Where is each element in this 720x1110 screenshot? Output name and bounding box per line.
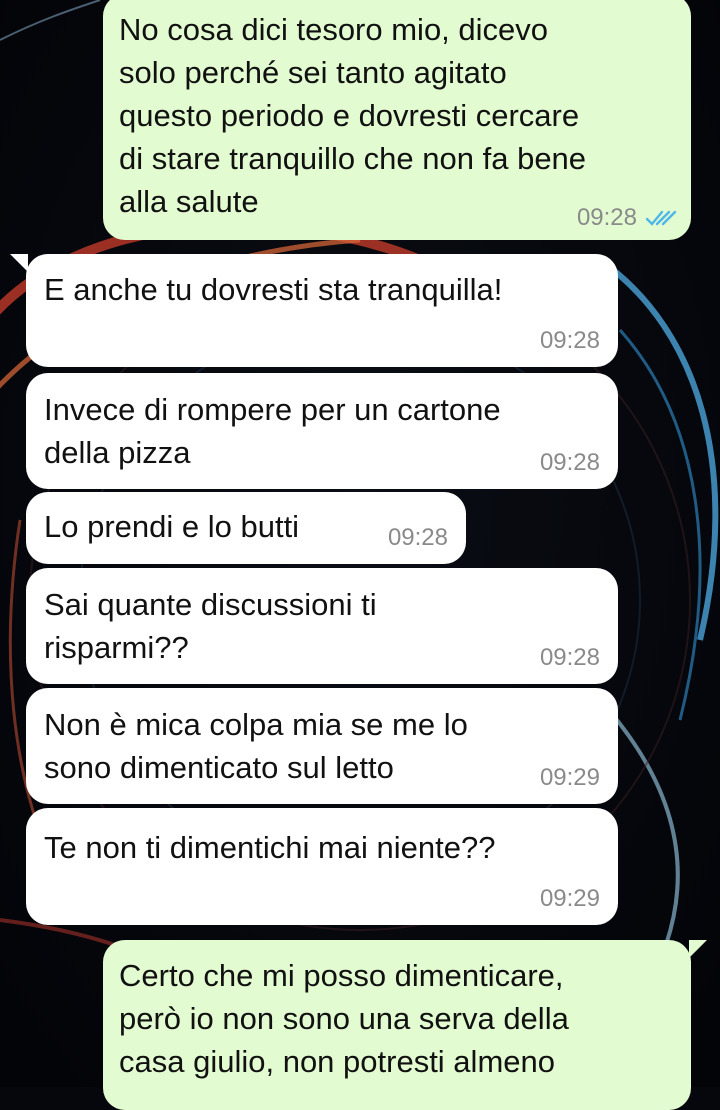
message-timestamp: 09:28 [576, 204, 637, 231]
message-bubble-incoming[interactable]: Te non ti dimentichi mai niente?? 09:29 [26, 808, 618, 925]
message-text: Certo che mi posso dimenticare, però io … [119, 958, 569, 1079]
message-bubble-incoming[interactable]: Lo prendi e lo butti 09:28 [26, 492, 466, 564]
message-bubble-incoming[interactable]: Non è mica colpa mia se me lo sono dimen… [26, 688, 618, 804]
message-timestamp: 09:29 [539, 764, 600, 791]
message-timestamp: 09:28 [539, 449, 600, 476]
message-bubble-outgoing[interactable]: Certo che mi posso dimenticare, però io … [103, 940, 707, 1110]
message-text: Te non ti dimentichi mai niente?? [44, 830, 496, 865]
message-timestamp: 09:29 [539, 885, 600, 912]
message-bubble-incoming[interactable]: Sai quante discussioni ti risparmi?? 09:… [26, 568, 618, 684]
message-text: E anche tu dovresti sta tranquilla! [44, 272, 503, 307]
message-timestamp: 09:28 [539, 327, 600, 354]
bubble-tail [10, 254, 28, 272]
message-timestamp: 09:28 [387, 524, 448, 551]
message-text: Non è mica colpa mia se me lo sono dimen… [44, 707, 468, 785]
message-text: No cosa dici tesoro mio, dicevo solo per… [119, 12, 587, 219]
message-bubble-incoming[interactable]: Invece di rompere per un cartone della p… [26, 373, 618, 489]
double-check-read-icon [645, 210, 677, 226]
bubble-tail [689, 940, 707, 958]
message-bubble-incoming[interactable]: E anche tu dovresti sta tranquilla! 09:2… [10, 254, 618, 367]
message-text: Invece di rompere per un cartone della p… [44, 392, 501, 470]
message-timestamp: 09:28 [539, 644, 600, 671]
message-bubble-outgoing[interactable]: No cosa dici tesoro mio, dicevo solo per… [103, 0, 691, 240]
message-text: Sai quante discussioni ti risparmi?? [44, 587, 377, 665]
